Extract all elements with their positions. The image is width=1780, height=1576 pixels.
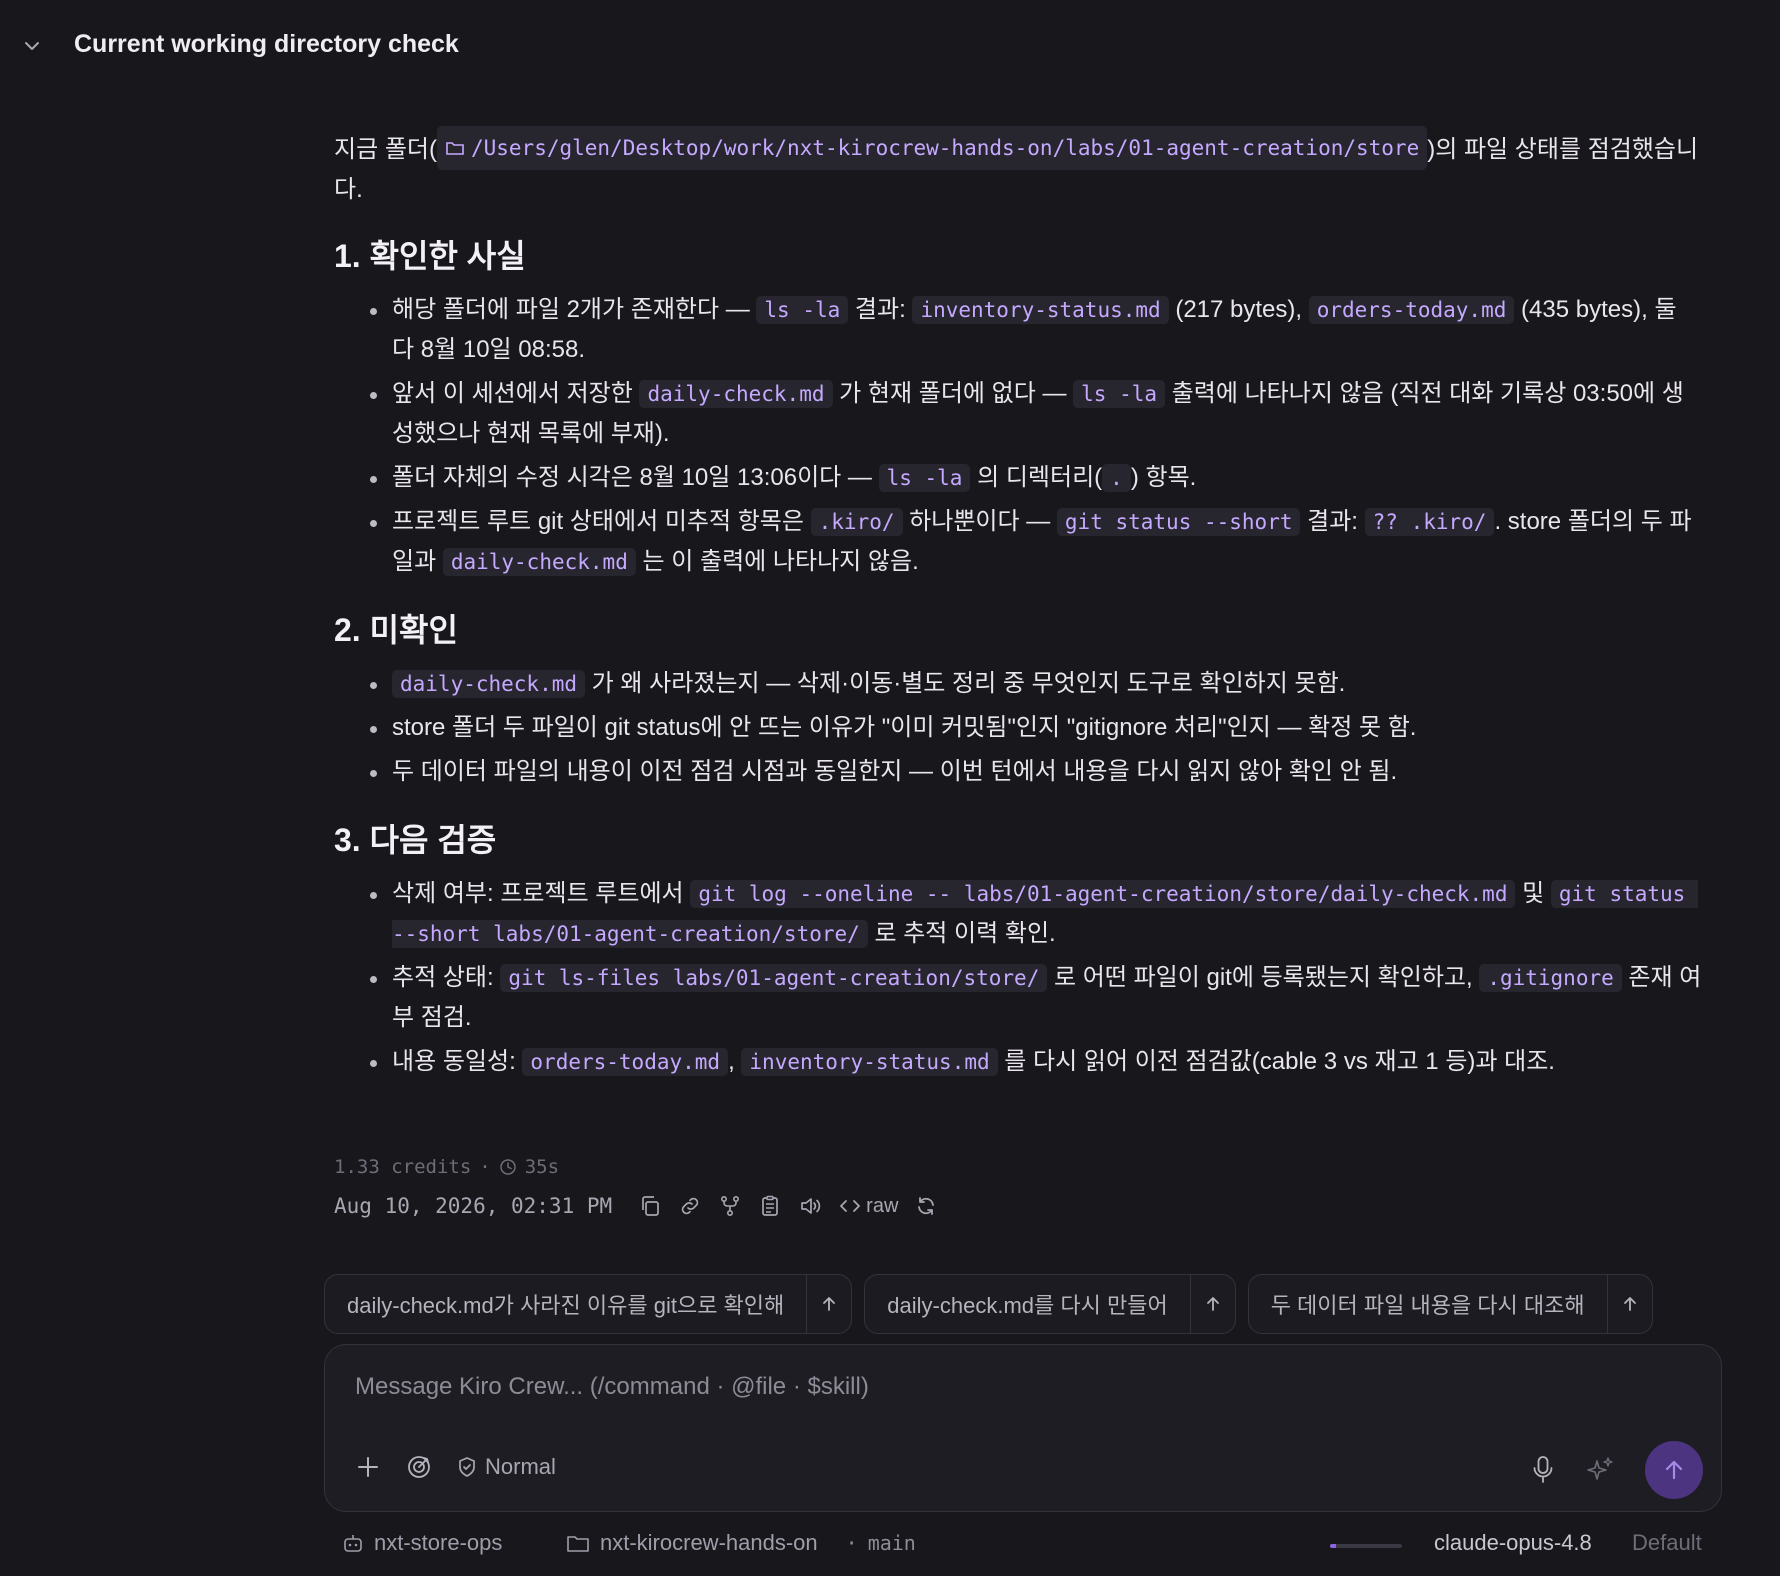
credits-label: 1.33 credits	[334, 1156, 472, 1178]
suggestion-chip[interactable]: 두 데이터 파일 내용을 다시 대조해	[1247, 1274, 1653, 1334]
folder-icon	[446, 142, 464, 155]
project-indicator[interactable]: nxt-kirocrew-hands-on · main	[566, 1530, 916, 1556]
robot-icon	[344, 1535, 362, 1552]
list-item: store 폴더 두 파일이 git status에 안 뜨는 이유가 "이미 …	[334, 708, 1704, 748]
plus-icon[interactable]	[355, 1454, 381, 1480]
mode-selector[interactable]: Normal	[457, 1454, 556, 1480]
suggestion-chips: daily-check.md가 사라진 이유를 git으로 확인해 daily-…	[324, 1274, 1653, 1334]
list-item: 폴더 자체의 수정 시각은 8월 10일 13:06이다 — ls -la 의 …	[334, 458, 1704, 498]
list-item: 두 데이터 파일의 내용이 이전 점검 시점과 동일한지 — 이번 턴에서 내용…	[334, 752, 1704, 792]
list-item: 삭제 여부: 프로젝트 루트에서 git log --oneline -- la…	[334, 874, 1704, 954]
list-item: 추적 상태: git ls-files labs/01-agent-creati…	[334, 958, 1704, 1038]
section-heading-facts: 1. 확인한 사실	[334, 238, 526, 274]
list-item: 프로젝트 루트 git 상태에서 미추적 항목은 .kiro/ 하나뿐이다 — …	[334, 502, 1704, 582]
status-bar: nxt-store-ops nxt-kirocrew-hands-on · ma…	[0, 1526, 1780, 1566]
send-suggestion-button[interactable]	[806, 1275, 851, 1333]
intro-paragraph: 지금 폴더(/Users/glen/Desktop/work/nxt-kiroc…	[334, 126, 1704, 210]
shield-icon	[459, 1457, 475, 1477]
next-steps-list: 삭제 여부: 프로젝트 루트에서 git log --oneline -- la…	[334, 874, 1704, 1082]
path-chip[interactable]: /Users/glen/Desktop/work/nxt-kirocrew-ha…	[436, 126, 1428, 170]
message-stats: 1.33 credits · 35s	[334, 1156, 560, 1178]
clock-icon	[499, 1159, 516, 1175]
arrow-up-icon	[1665, 1460, 1683, 1480]
sparkle-icon[interactable]	[1585, 1455, 1615, 1485]
list-item: 앞서 이 세션에서 저장한 daily-check.md 가 현재 폴더에 없다…	[334, 374, 1704, 454]
folder-icon	[567, 1536, 589, 1552]
fork-icon[interactable]	[718, 1194, 742, 1218]
list-item: 해당 폴더에 파일 2개가 존재한다 — ls -la 결과: inventor…	[334, 290, 1704, 370]
link-icon[interactable]	[678, 1194, 702, 1218]
suggestion-chip[interactable]: daily-check.md가 사라진 이유를 git으로 확인해	[324, 1274, 853, 1334]
assistant-message: 지금 폴더(/Users/glen/Desktop/work/nxt-kiroc…	[334, 126, 1704, 1082]
send-suggestion-button[interactable]	[1606, 1275, 1652, 1333]
list-item: daily-check.md 가 왜 사라졌는지 — 삭제·이동·별도 정리 중…	[334, 664, 1704, 704]
model-selector[interactable]: claude-opus-4.8	[1434, 1530, 1592, 1556]
unconfirmed-list: daily-check.md 가 왜 사라졌는지 — 삭제·이동·별도 정리 중…	[334, 664, 1704, 792]
agent-indicator[interactable]: nxt-store-ops	[342, 1530, 502, 1556]
speaker-icon[interactable]	[798, 1194, 822, 1218]
message-actions: Aug 10, 2026, 02:31 PM raw	[334, 1194, 938, 1218]
send-button[interactable]	[1645, 1441, 1703, 1499]
profile-label[interactable]: Default	[1632, 1530, 1702, 1556]
clipboard-icon[interactable]	[758, 1194, 782, 1218]
context-usage-bar	[1330, 1544, 1402, 1548]
conversation-header: Current working directory check	[0, 0, 1780, 92]
duration-label: 35s	[524, 1156, 560, 1178]
target-icon[interactable]	[405, 1453, 433, 1481]
send-suggestion-button[interactable]	[1189, 1275, 1235, 1333]
suggestion-chip[interactable]: daily-check.md를 다시 만들어	[864, 1274, 1236, 1334]
regenerate-icon[interactable]	[914, 1194, 938, 1218]
branch-label: main	[867, 1531, 916, 1555]
message-composer[interactable]: Message Kiro Crew... (/command · @file ·…	[324, 1344, 1722, 1512]
context-usage-fill	[1330, 1544, 1336, 1548]
copy-icon[interactable]	[638, 1194, 662, 1218]
message-timestamp: Aug 10, 2026, 02:31 PM	[334, 1194, 613, 1218]
microphone-icon[interactable]	[1531, 1455, 1555, 1485]
list-item: 내용 동일성: orders-today.md, inventory-statu…	[334, 1042, 1704, 1082]
section-heading-unconfirmed: 2. 미확인	[334, 612, 458, 648]
code-icon	[840, 1200, 861, 1212]
message-input[interactable]: Message Kiro Crew... (/command · @file ·…	[355, 1373, 869, 1401]
arrow-up-icon	[823, 1297, 836, 1311]
facts-list: 해당 폴더에 파일 2개가 존재한다 — ls -la 결과: inventor…	[334, 290, 1704, 582]
conversation-title[interactable]: Current working directory check	[74, 30, 459, 59]
section-heading-next-steps: 3. 다음 검증	[334, 822, 497, 858]
arrow-up-icon	[1206, 1297, 1219, 1311]
chevron-down-icon[interactable]	[22, 36, 42, 56]
raw-toggle[interactable]: raw	[838, 1194, 898, 1218]
arrow-up-icon	[1623, 1297, 1636, 1311]
